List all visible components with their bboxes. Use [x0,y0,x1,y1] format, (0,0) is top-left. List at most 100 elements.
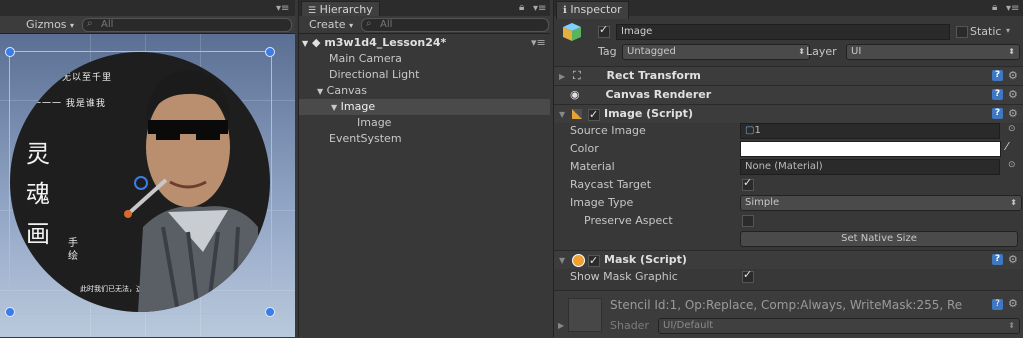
scene-search-input[interactable]: ⌕ All [82,18,292,32]
set-native-size-button[interactable]: Set Native Size [740,231,1018,247]
expand-arrow-icon: ▼ [317,87,324,96]
tag-value: Untagged [627,46,676,57]
component-mask-script[interactable]: ▼ Mask (Script) ? ⚙ [554,250,1023,270]
pivot-handle[interactable] [134,176,148,190]
tag-select[interactable]: Untagged ⬍ [622,44,810,60]
shader-select[interactable]: UI/Default ⬍ [658,318,1020,334]
object-name-input[interactable]: Image [616,24,950,40]
tag-dropdown-wrap: Tag [598,44,622,60]
preserve-aspect-checkbox[interactable] [742,215,754,227]
help-icon[interactable]: ? [992,108,1003,119]
expand-arrow-icon: ▼ [559,256,566,265]
material-label: Material [570,160,615,173]
stencil-info-text: Stencil Id:1, Op:Replace, Comp:Always, W… [610,298,963,312]
static-label: Static [970,25,1002,38]
hierarchy-toolbar: Create ▾ ⌕ All [299,16,550,34]
dropdown-arrow-icon: ⬍ [1008,321,1015,330]
scene-view[interactable]: ▾≡ Gizmos ▾ ⌕ All 不积跬步无以至千里 一一一 我是谁我 灵 魂… [0,0,295,337]
hierarchy-item-label: EventSystem [329,132,402,145]
eyedropper-icon[interactable]: ⁄ [1006,140,1008,153]
scene-search-placeholder: All [101,19,114,30]
search-icon: ⌕ [366,18,372,29]
eye-icon: ◉ [570,88,580,101]
component-title: Image (Script) [604,107,693,120]
hierarchy-item-canvas[interactable]: ▼ Canvas [317,83,367,99]
expand-arrow-icon: ▼ [559,110,566,119]
help-icon[interactable]: ? [992,70,1003,81]
create-dropdown[interactable]: Create ▾ [309,18,353,31]
collapse-arrow-icon[interactable]: ▶ [558,321,564,330]
rect-handle-bottom-right[interactable] [265,307,275,317]
hierarchy-item-label: Canvas [326,84,368,97]
component-canvas-renderer[interactable]: ◉ Canvas Renderer ? ⚙ [554,85,1023,104]
raycast-target-checkbox[interactable] [742,176,754,191]
mask-enabled-checkbox[interactable] [588,252,600,270]
scene-root-row[interactable]: ▼ ◆ m3w1d4_Lesson24* ▾≡ [299,35,550,51]
rect-handle-top-left[interactable] [5,47,15,57]
gizmos-label: Gizmos [26,18,67,31]
layer-select[interactable]: UI ⬍ [846,44,1020,60]
lock-icon[interactable]: 🔒︎ [992,2,997,13]
image-enabled-checkbox[interactable] [588,106,600,124]
hierarchy-item-image-selected[interactable]: ▼ Image [299,99,550,115]
help-icon[interactable]: ? [992,299,1003,310]
gear-icon[interactable]: ⚙ [1008,251,1018,269]
gear-icon[interactable]: ⚙ [1008,105,1018,123]
hierarchy-tab-label: Hierarchy [319,3,373,16]
component-title: Rect Transform [606,69,701,82]
object-picker-icon[interactable]: ⊙ [1008,160,1016,170]
scene-menu-icon[interactable]: ▾≡ [531,35,546,51]
static-checkbox[interactable] [956,26,968,38]
gear-icon[interactable]: ⚙ [1008,67,1018,85]
gear-icon[interactable]: ⚙ [1008,86,1018,104]
hierarchy-item-label: Main Camera [329,52,402,65]
hierarchy-panel: ☰ Hierarchy 🔒︎ ▾≡ Create ▾ ⌕ All ▼ ◆ m3w… [298,0,550,337]
show-mask-graphic-label: Show Mask Graphic [570,270,678,283]
source-image-field[interactable]: ▢1 [740,123,1000,139]
object-picker-icon[interactable]: ⊙ [1008,124,1016,134]
color-label: Color [570,142,599,155]
panel-menu-icon[interactable]: ▾≡ [276,3,289,14]
component-image-script[interactable]: ▼ Image (Script) ? ⚙ [554,104,1023,124]
gear-icon[interactable]: ⚙ [1008,297,1018,310]
hierarchy-item-main-camera[interactable]: Main Camera [329,51,402,67]
hierarchy-item-directional-light[interactable]: Directional Light [329,67,419,83]
component-title: Canvas Renderer [605,88,712,101]
object-name-value: Image [621,26,653,37]
unity-scene-icon: ◆ [312,36,321,49]
tag-label-text: Tag [598,45,617,58]
component-rect-transform[interactable]: ▶ ⛶ Rect Transform ? ⚙ [554,66,1023,85]
dropdown-arrow-icon: ⬍ [1008,47,1015,56]
list-icon: ☰ [308,6,317,16]
color-swatch[interactable] [740,141,1001,157]
hierarchy-item-label: Image [357,116,392,129]
hierarchy-item-label: Directional Light [329,68,420,81]
create-label: Create [309,18,346,31]
set-native-size-label: Set Native Size [841,233,917,244]
material-preview-section: ▶ Stencil Id:1, Op:Replace, Comp:Always,… [554,290,1023,338]
help-icon[interactable]: ? [992,254,1003,265]
source-image-label: Source Image [570,124,646,137]
scene-name: m3w1d4_Lesson24* [324,36,447,49]
panel-menu-icon[interactable]: ▾≡ [533,3,546,14]
image-type-select[interactable]: Simple ⬍ [740,195,1022,211]
lock-icon[interactable]: 🔒︎ [519,2,524,13]
image-type-label: Image Type [570,196,634,209]
gizmos-dropdown[interactable]: Gizmos ▾ [26,18,74,31]
rect-handle-bottom-left[interactable] [5,307,15,317]
image-component-icon [572,109,582,119]
gameobject-cube-icon [562,22,582,42]
help-icon[interactable]: ? [992,89,1003,100]
static-dropdown-icon[interactable]: ▾ [1006,26,1010,35]
material-field[interactable]: None (Material) [740,159,1000,175]
image-type-value: Simple [745,197,780,208]
rect-handle-top-right[interactable] [265,47,275,57]
show-mask-graphic-checkbox[interactable] [742,268,754,283]
hierarchy-item-eventsystem[interactable]: EventSystem [329,131,402,147]
hierarchy-search-input[interactable]: ⌕ All [361,18,549,32]
hierarchy-item-image-child[interactable]: Image [357,115,391,131]
tab-inspector[interactable]: ℹ Inspector [556,1,629,19]
collapse-arrow-icon: ▶ [559,72,566,81]
panel-menu-icon[interactable]: ▾≡ [1006,3,1019,14]
active-checkbox[interactable] [598,23,610,38]
